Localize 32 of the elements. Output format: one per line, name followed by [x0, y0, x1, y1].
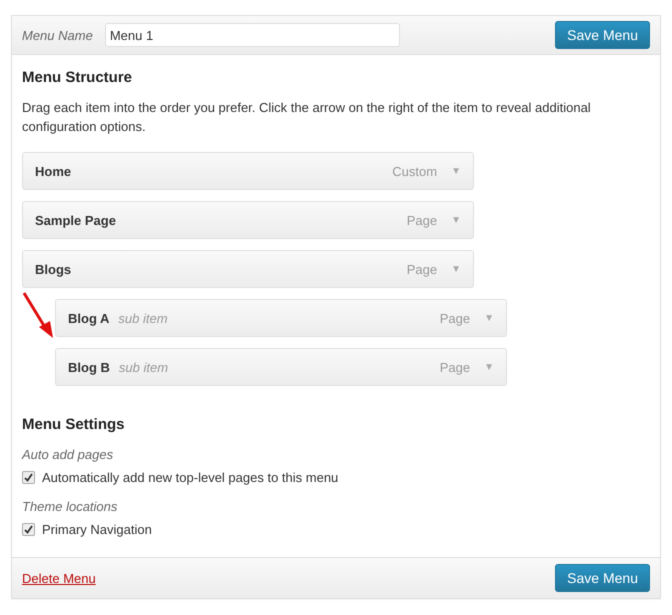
menu-item[interactable]: Blog B sub item Page ▼ — [55, 348, 507, 386]
pointer-arrow-icon — [22, 291, 56, 341]
checkbox[interactable] — [22, 523, 35, 536]
setting-label: Theme locations — [22, 499, 118, 514]
item-title: Home — [35, 164, 72, 178]
setting-label: Auto add pages — [22, 447, 114, 462]
item-note: sub item — [118, 310, 168, 326]
section-heading: Menu Structure — [22, 69, 134, 86]
checkbox-label: Primary Navigation — [42, 522, 152, 537]
menu-item[interactable]: Sample Page Page ▼ — [22, 201, 474, 239]
instructions-text: Drag each item into the order you prefer. Click the arrow on the right of the item to reveal additional configuration options. — [22, 99, 592, 136]
checkbox-label: Automatically add new top-level pages to this menu — [42, 470, 338, 485]
save-menu-button[interactable]: Save Menu — [555, 21, 650, 49]
section-heading: Menu Settings — [22, 416, 126, 433]
item-title: Blogs — [35, 262, 72, 276]
item-type: Page — [440, 360, 470, 374]
item-type: Page — [406, 262, 438, 276]
save-menu-button[interactable]: Save Menu — [555, 564, 650, 592]
checkbox[interactable] — [22, 471, 35, 484]
menu-name-label: Menu Name — [22, 28, 93, 42]
item-type: Custom — [392, 164, 438, 178]
item-title: Sample Page — [35, 212, 116, 228]
item-title: Blog A — [68, 310, 110, 326]
menu-name-field[interactable]: Menu 1 — [104, 23, 400, 47]
item-type: Page — [440, 310, 470, 326]
item-title: Blog B — [68, 360, 110, 374]
menu-item[interactable]: Blog A sub item Page ▼ — [55, 299, 507, 337]
menu-item[interactable]: Home Custom ▼ — [22, 152, 474, 190]
delete-menu-link[interactable]: Delete Menu — [22, 570, 96, 586]
menu-item[interactable]: Blogs Page ▼ — [22, 250, 474, 288]
item-type: Page — [406, 212, 438, 228]
item-note: sub item — [118, 360, 168, 374]
